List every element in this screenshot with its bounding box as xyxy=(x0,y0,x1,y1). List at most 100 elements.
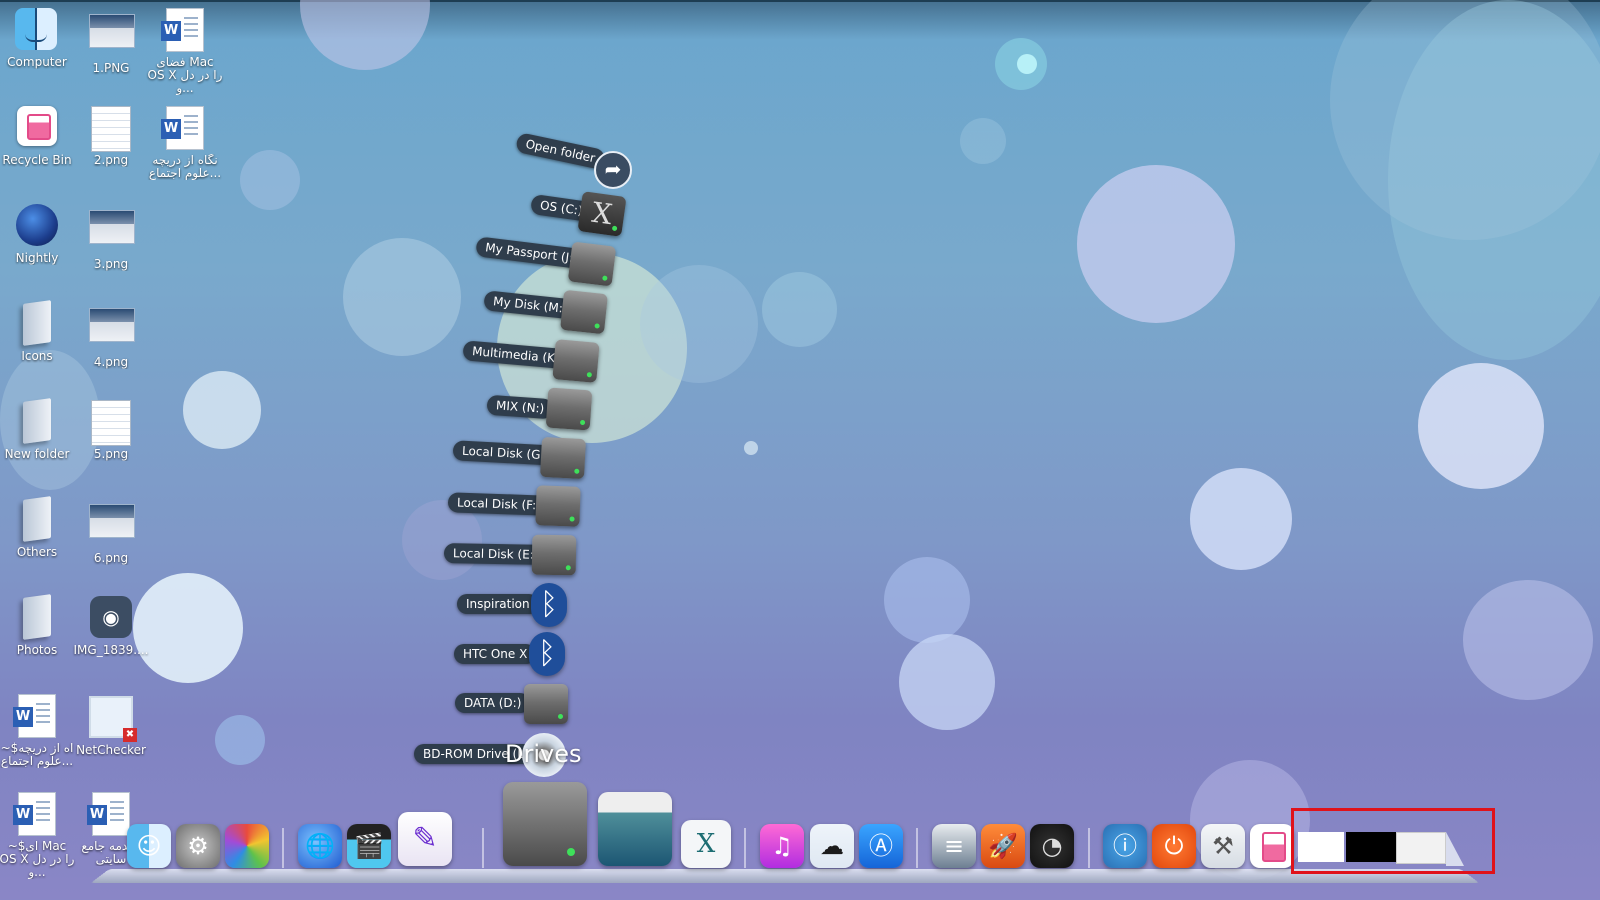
finder-icon[interactable]: ☺ xyxy=(127,824,171,868)
desktop-icon[interactable]: Recycle Bin xyxy=(0,106,76,167)
desktop-icon[interactable]: New folder xyxy=(0,398,76,461)
stack-item-label[interactable]: Inspiration xyxy=(457,594,539,614)
desktop-icon-label: New folder xyxy=(4,448,70,461)
desktop-icon[interactable]: W فضای Mac OS X را در دل و... xyxy=(146,8,224,95)
desktop-icon-label: Icons xyxy=(21,350,53,363)
desktop-icon[interactable]: Nightly xyxy=(0,204,76,265)
dock-separator xyxy=(1088,828,1090,868)
open-folder-label[interactable]: Open folder xyxy=(514,131,606,171)
desktop-icon[interactable]: 1.PNG xyxy=(72,8,150,75)
desktop-icon-label: 2.png xyxy=(93,154,129,167)
camera-icon: ◉ xyxy=(89,596,133,640)
desktop-icon-label: NetChecker xyxy=(76,744,146,757)
recycle-bin-icon[interactable] xyxy=(1250,824,1294,868)
finder-icon xyxy=(15,8,59,52)
desktop-icon-label: IMG_1839.... xyxy=(73,644,149,657)
recycle-bin-icon xyxy=(15,106,59,150)
hard-drive-icon[interactable] xyxy=(539,436,587,480)
stack-item-label[interactable]: DATA (D:) xyxy=(455,693,531,713)
hard-drive-icon[interactable] xyxy=(531,534,577,576)
desktop-icon[interactable]: ◉ IMG_1839.... xyxy=(72,596,150,657)
desktop-icon[interactable]: W نگاه از دریچه علوم اجتماع... xyxy=(146,106,224,180)
music-note-icon[interactable]: ♫ xyxy=(760,824,804,868)
desktop-icon[interactable]: 2.png xyxy=(72,106,150,167)
mac-os-icon[interactable] xyxy=(598,792,672,866)
desktop-icon[interactable]: 4.png xyxy=(72,302,150,369)
image-file-icon xyxy=(89,400,133,446)
nightly-browser-icon xyxy=(15,204,59,248)
desktop-icon[interactable]: Computer xyxy=(0,8,76,69)
dock-separator xyxy=(282,828,284,868)
desktop-icon-label: Photos xyxy=(16,644,58,657)
highlight-box xyxy=(1291,808,1495,874)
desktop-icon-label: Nightly xyxy=(15,252,59,265)
documents-icon[interactable]: ≡ xyxy=(932,824,976,868)
desktop-icon[interactable]: Photos xyxy=(0,594,76,657)
desktop-icon[interactable]: 5.png xyxy=(72,400,150,461)
folder-icon xyxy=(15,496,59,542)
hard-drive-icon[interactable] xyxy=(524,684,568,724)
app-store-icon[interactable]: Ⓐ xyxy=(859,824,903,868)
image-file-icon xyxy=(89,106,133,152)
x-icon[interactable]: X xyxy=(681,820,731,868)
network-checker-icon xyxy=(89,696,137,742)
image-file-icon xyxy=(89,504,135,548)
image-file-icon xyxy=(89,14,135,58)
folder-icon xyxy=(15,594,59,640)
desktop-icon-label: ~$اه از دریچه علوم اجتماع... xyxy=(0,742,74,768)
desktop-icon-label: 6.png xyxy=(93,552,129,565)
desktop-icon-label: 5.png xyxy=(93,448,129,461)
stack-title: Drives xyxy=(505,740,582,768)
clapperboard-icon[interactable]: 🎬 xyxy=(347,824,391,868)
desktop-icon[interactable]: W ~$اه از دریچه علوم اجتماع... xyxy=(0,694,76,768)
cloud-icon[interactable]: ☁ xyxy=(810,824,854,868)
gauge-icon[interactable]: ◔ xyxy=(1030,824,1074,868)
desktop-icon-label: Others xyxy=(16,546,58,559)
desktop-icon-label: نگاه از دریچه علوم اجتماع... xyxy=(148,154,222,180)
hard-drive-icon[interactable] xyxy=(545,387,593,431)
desktop-icon[interactable]: W ~$ای Mac OS X را در دل و... xyxy=(0,792,76,879)
desktop-icon-label: فضای Mac OS X را در دل و... xyxy=(147,56,223,95)
power-icon[interactable]: ⏻ xyxy=(1152,824,1196,868)
desktop-icon[interactable]: NetChecker xyxy=(72,694,150,757)
dock-shelf xyxy=(90,869,1480,884)
rocket-icon[interactable]: 🚀 xyxy=(981,824,1025,868)
image-file-icon xyxy=(89,210,135,254)
applications-icon[interactable]: ⚒ xyxy=(1201,824,1245,868)
dock-separator xyxy=(482,828,484,868)
desktop-icon-label: Computer xyxy=(7,56,67,69)
bluetooth-icon[interactable]: ᛒ xyxy=(529,632,565,676)
hard-drive-icon[interactable]: X xyxy=(577,191,627,237)
drive-stack-icon[interactable] xyxy=(503,782,587,866)
pen-icon[interactable]: ✎ xyxy=(398,812,452,866)
hard-drive-icon[interactable] xyxy=(560,289,608,335)
hard-drive-icon[interactable] xyxy=(535,485,581,527)
hard-drive-icon[interactable] xyxy=(552,339,600,383)
desktop-icon[interactable]: Icons xyxy=(0,300,76,363)
info-icon[interactable]: ⓘ xyxy=(1103,824,1147,868)
color-wheel-icon[interactable] xyxy=(225,824,269,868)
desktop-icon-label: Recycle Bin xyxy=(2,154,72,167)
word-document-icon: W xyxy=(161,106,207,150)
desktop-icon-label: ~$ای Mac OS X را در دل و... xyxy=(0,840,75,879)
globe-icon[interactable]: 🌐 xyxy=(298,824,342,868)
dock-separator xyxy=(916,828,918,868)
word-document-icon: W xyxy=(13,694,59,738)
gear-icon[interactable]: ⚙ xyxy=(176,824,220,868)
desktop-icon[interactable]: Others xyxy=(0,496,76,559)
stack-item-label[interactable]: HTC One X xyxy=(454,644,537,664)
desktop-icon[interactable]: 6.png xyxy=(72,498,150,565)
folder-icon xyxy=(15,300,59,346)
hard-drive-icon[interactable] xyxy=(567,241,617,287)
desktop-icon[interactable]: 3.png xyxy=(72,204,150,271)
desktop-icon-label: 3.png xyxy=(93,258,129,271)
open-folder-icon[interactable]: ➦ xyxy=(594,151,632,189)
desktop-icon-label: 1.PNG xyxy=(92,62,130,75)
stack-item-label[interactable]: MIX (N:) xyxy=(486,394,554,420)
image-file-icon xyxy=(89,308,135,352)
word-document-icon: W xyxy=(87,792,133,836)
bluetooth-icon[interactable]: ᛒ xyxy=(531,583,567,627)
dock-separator xyxy=(744,828,746,868)
folder-icon xyxy=(15,398,59,444)
desktop-icon-label: 4.png xyxy=(93,356,129,369)
